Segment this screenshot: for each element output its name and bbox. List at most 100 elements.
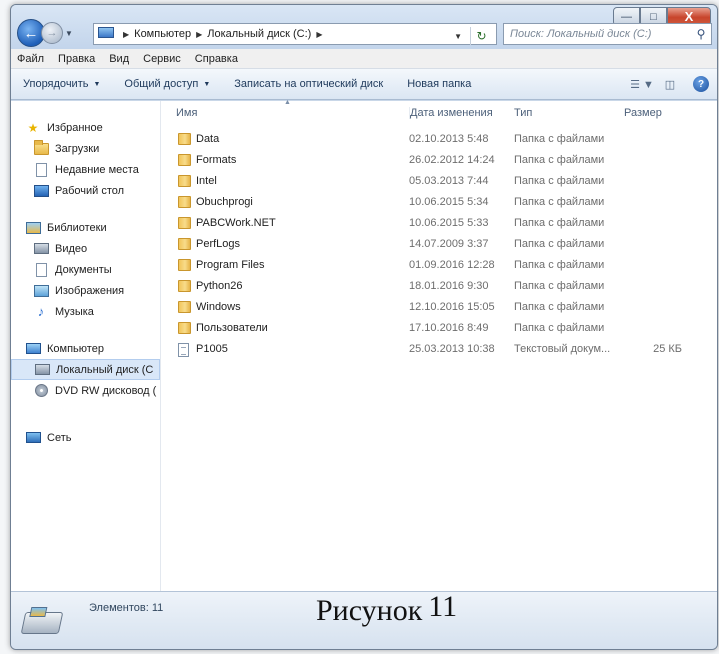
file-type: Папка с файлами: [514, 217, 605, 229]
sidebar-item-recent-places[interactable]: Недавние места: [11, 159, 160, 180]
menu-file[interactable]: Файл: [17, 53, 44, 65]
document-icon: [33, 262, 49, 277]
sidebar-item-documents[interactable]: Документы: [11, 259, 160, 280]
dvd-drive-icon: [33, 384, 49, 398]
sidebar-item-label: Библиотеки: [47, 221, 107, 234]
folder-icon: [178, 133, 191, 145]
table-row[interactable]: PABCWork.NET 10.06.2015 5:33 Папка с файла…: [162, 213, 717, 234]
search-icon[interactable]: ⚲: [691, 27, 711, 41]
table-row[interactable]: P1005 25.03.2013 10:38 Текстовый докум... 2…: [162, 339, 717, 360]
address-history-dropdown-icon[interactable]: ▼: [454, 32, 462, 41]
table-row[interactable]: PerfLogs 14.07.2009 3:37 Папка с файлами: [162, 234, 717, 255]
sidebar-item-network[interactable]: Сеть: [11, 427, 160, 448]
table-row[interactable]: Obuchprogi 10.06.2015 5:34 Папка с файлами: [162, 192, 717, 213]
sidebar-item-computer[interactable]: Компьютер: [11, 338, 160, 359]
change-view-icon[interactable]: ☰ ▼: [630, 76, 654, 92]
drive-icon: [20, 612, 64, 634]
menu-view[interactable]: Вид: [109, 53, 129, 65]
picture-icon: [33, 284, 49, 298]
sidebar-item-local-disk[interactable]: Локальный диск (C: [11, 359, 160, 380]
file-name: Windows: [196, 301, 241, 313]
file-name: PABCWork.NET: [196, 217, 276, 229]
file-name: Program Files: [196, 259, 265, 271]
table-row[interactable]: Intel 05.03.2013 7:44 Папка с файлами: [162, 171, 717, 192]
sidebar-item-downloads[interactable]: Загрузки: [11, 138, 160, 159]
file-name: PerfLogs: [196, 238, 241, 250]
column-type[interactable]: Тип: [514, 107, 532, 119]
sidebar-item-pictures[interactable]: Изображения: [11, 280, 160, 301]
column-headers: ▲ Имя Дата изменения Тип Размер: [162, 99, 717, 125]
table-row[interactable]: Python26 18.01.2016 9:30 Папка с файлами: [162, 276, 717, 297]
table-row[interactable]: Data 02.10.2013 5:48 Папка с файлами: [162, 129, 717, 150]
file-type: Папка с файлами: [514, 280, 605, 292]
sidebar-item-dvd-drive[interactable]: DVD RW дисковод (: [11, 380, 160, 401]
file-name: P1005: [196, 343, 228, 355]
address-bar[interactable]: ▶ Компьютер ▶ Локальный диск (C:) ▶ ▼ ↻: [93, 23, 497, 45]
file-name: Пользователи: [196, 322, 268, 334]
breadcrumb-local-disk[interactable]: Локальный диск (C:): [207, 28, 311, 40]
sidebar-item-libraries[interactable]: Библиотеки: [11, 217, 160, 238]
chevron-down-icon: ▼: [93, 80, 101, 88]
computer-icon: [98, 27, 114, 41]
sidebar-item-label: Изображения: [55, 284, 125, 297]
local-disk-icon: [34, 363, 50, 377]
file-size: 25 КБ: [653, 343, 682, 355]
sidebar-item-video[interactable]: Видео: [11, 238, 160, 259]
organize-button[interactable]: Упорядочить ▼: [23, 78, 100, 90]
libraries-group: Библиотеки Видео Документы Изображения ♪…: [11, 217, 160, 322]
sidebar-item-music[interactable]: ♪ Музыка: [11, 301, 160, 322]
navigation-buttons: ← → ▼: [17, 19, 73, 47]
column-size[interactable]: Размер: [624, 107, 662, 119]
search-field[interactable]: Поиск: Локальный диск (C:) ⚲: [503, 23, 712, 45]
table-row[interactable]: Formats 26.02.2012 14:24 Папка с файлами: [162, 150, 717, 171]
sidebar-item-label: Загрузки: [55, 142, 100, 155]
breadcrumb-separator-icon[interactable]: ▶: [316, 30, 322, 39]
burn-button[interactable]: Записать на оптический диск: [234, 78, 383, 90]
sidebar-item-label: Музыка: [55, 305, 94, 318]
menu-edit[interactable]: Правка: [58, 53, 95, 65]
sidebar-item-label: Видео: [55, 242, 88, 255]
sidebar-item-label: Недавние места: [55, 163, 139, 176]
breadcrumb-separator-icon[interactable]: ▶: [196, 30, 202, 39]
column-name[interactable]: Имя: [176, 107, 197, 119]
table-row[interactable]: Program Files 01.09.2016 12:28 Папка с фай…: [162, 255, 717, 276]
refresh-icon[interactable]: ↻: [470, 27, 492, 45]
recent-pages-dropdown-icon[interactable]: ▼: [65, 29, 73, 38]
new-folder-button[interactable]: Новая папка: [407, 78, 471, 90]
breadcrumb-separator-icon[interactable]: ▶: [123, 30, 129, 39]
forward-arrow-icon: →: [46, 27, 58, 39]
share-label: Общий доступ: [124, 78, 199, 90]
sidebar-item-desktop[interactable]: Рабочий стол: [11, 180, 160, 201]
file-rows: Data 02.10.2013 5:48 Папка с файлами Format…: [162, 129, 717, 360]
share-button[interactable]: Общий доступ ▼: [124, 78, 210, 90]
menu-tools[interactable]: Сервис: [143, 53, 181, 65]
menu-bar: Файл Правка Вид Сервис Справка: [11, 49, 717, 69]
search-placeholder[interactable]: Поиск: Локальный диск (C:): [510, 28, 691, 40]
column-date[interactable]: Дата изменения: [409, 107, 493, 119]
file-type: Текстовый докум...: [514, 343, 611, 355]
sidebar-item-favorites[interactable]: ★ Избранное: [11, 117, 160, 138]
forward-button[interactable]: →: [41, 22, 63, 44]
recent-places-icon: [33, 162, 49, 177]
help-icon[interactable]: ?: [693, 76, 709, 92]
favorites-group: ★ Избранное Загрузки Недавние места Рабо…: [11, 117, 160, 201]
file-date: 14.07.2009 3:37: [409, 238, 489, 250]
star-icon: ★: [27, 120, 39, 135]
file-date: 02.10.2013 5:48: [409, 133, 489, 145]
navigation-pane: ★ Избранное Загрузки Недавние места Рабо…: [11, 101, 161, 591]
file-type: Папка с файлами: [514, 154, 605, 166]
sidebar-item-label: Компьютер: [47, 342, 104, 355]
folder-icon: [178, 217, 191, 229]
file-name: Formats: [196, 154, 237, 166]
table-row[interactable]: Windows 12.10.2016 15:05 Папка с файлами: [162, 297, 717, 318]
item-count: Элементов: 11: [89, 602, 164, 614]
explorer-window: — □ X ← → ▼ ▶ Компьютер ▶ Локальный диск…: [10, 4, 718, 650]
breadcrumb-computer[interactable]: Компьютер: [134, 28, 191, 40]
chevron-down-icon: ▼: [203, 80, 211, 88]
table-row[interactable]: Пользователи 17.10.2016 8:49 Папка с файла…: [162, 318, 717, 339]
sidebar-item-label: Избранное: [47, 121, 103, 134]
preview-pane-icon[interactable]: ◫: [659, 76, 681, 92]
sort-ascending-icon: ▲: [284, 99, 291, 106]
menu-help[interactable]: Справка: [195, 53, 238, 65]
caption-word: Рисунок: [316, 594, 423, 627]
